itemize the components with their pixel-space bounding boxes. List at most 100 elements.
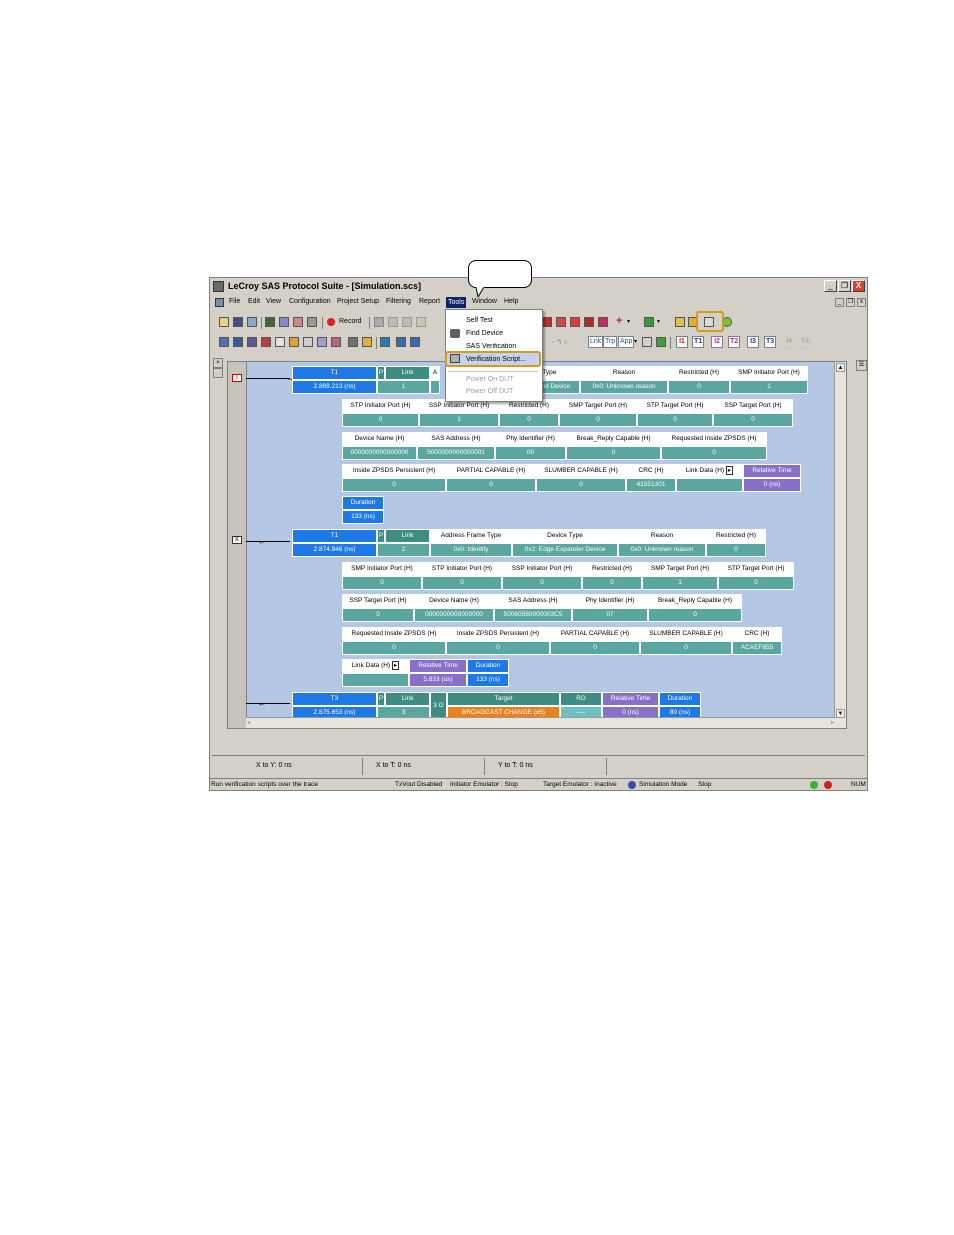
histogram-icon[interactable] (289, 337, 299, 347)
marker-t3-button[interactable]: T3 (764, 336, 777, 348)
chevron-down-icon[interactable]: ▾ (634, 338, 637, 345)
trace-view[interactable]: T X → ← ← T1 2.869.213 (ns) P Link 1 A e… (227, 361, 847, 729)
chevron-down-icon[interactable]: ▾ (657, 318, 660, 325)
vertical-scrollbar[interactable]: ▲ ▼ (834, 362, 846, 728)
marker-t2-button[interactable]: T2 (728, 336, 741, 348)
menu-tools[interactable]: Tools (446, 297, 467, 308)
menu-configuration[interactable]: Configuration (289, 298, 331, 305)
binoculars-icon[interactable] (348, 337, 358, 347)
side-pane-icon[interactable]: ☰ (856, 360, 867, 371)
packet1-reason-header: Reason (580, 366, 668, 380)
menu-project-setup[interactable]: Project Setup (337, 298, 379, 305)
p2r5-c0-h: Link Data (H) ▸ (342, 659, 409, 673)
stack-icon[interactable] (362, 337, 372, 347)
minimize-button[interactable]: _ (824, 280, 837, 292)
layer-link-button[interactable]: Lnk (588, 336, 604, 348)
p2r4-c2-v: 0 (550, 641, 640, 655)
lines-icon[interactable] (303, 337, 313, 347)
menu-report[interactable]: Report (419, 298, 440, 305)
p1r3-c2-h: Phy Identifier (H) (495, 432, 566, 446)
packet1-smp-initiator-value: 1 (730, 380, 808, 394)
simulation-mode-icon (628, 781, 636, 789)
upload-icon[interactable] (416, 317, 426, 327)
mdi-minimize-button[interactable]: _ (835, 298, 844, 307)
nav-icon[interactable]: ◦ ↰ ▹ (552, 338, 568, 346)
pattern-icon[interactable] (542, 317, 552, 327)
scroll-down-icon[interactable]: ▼ (836, 709, 845, 718)
status-error-icon (824, 781, 832, 789)
marker-t1-button[interactable]: T1 (692, 336, 705, 348)
packet-view-icon[interactable] (219, 337, 229, 347)
save-icon[interactable] (233, 317, 243, 327)
record-button-label[interactable]: Record (339, 318, 362, 325)
p2r2-c3-h: Restricted (H) (582, 562, 642, 576)
menu-item-sas-verification[interactable]: SAS Verification (466, 343, 516, 349)
pane-pin-icon[interactable] (213, 368, 223, 378)
expand-icon[interactable]: ▸ (391, 661, 400, 670)
analyze-icon[interactable] (265, 317, 275, 327)
layer-transport-button[interactable]: Trp (603, 336, 618, 348)
manual-trigger-icon[interactable] (374, 317, 384, 327)
clock-icon[interactable] (642, 337, 652, 347)
stop-icon[interactable] (388, 317, 398, 327)
exclude-icon[interactable] (598, 317, 608, 327)
setup-icon[interactable] (279, 317, 289, 327)
scroll-right-icon[interactable]: ▸ (831, 719, 834, 726)
p2r2-c0-v: 0 (342, 576, 422, 590)
tile-icon[interactable] (380, 337, 390, 347)
network-icon[interactable] (331, 337, 341, 347)
p2r3-c4-h: Break_Reply Capable (H) (648, 594, 742, 608)
spreadsheet-icon[interactable] (233, 337, 243, 347)
menu-filtering[interactable]: Filtering (386, 298, 411, 305)
packet1-dir-cell: P (377, 366, 385, 380)
horizontal-scrollbar[interactable]: ◂ ▸ (246, 717, 836, 728)
bookmark-icon[interactable] (675, 317, 685, 327)
scroll-up-icon[interactable]: ▲ (836, 363, 845, 372)
marker-i1-button[interactable]: I1 (676, 336, 688, 348)
callout-balloon (468, 260, 532, 288)
menu-item-self-test[interactable]: Self Test (466, 317, 493, 324)
marker-t4-button[interactable]: T4 (799, 336, 812, 348)
menu-help[interactable]: Help (504, 298, 518, 305)
menu-view[interactable]: View (266, 298, 281, 305)
filter-icon[interactable] (570, 317, 580, 327)
p1r4-c1-v: 0 (446, 478, 536, 492)
mdi-close-button[interactable]: x (857, 298, 866, 307)
hide-icon[interactable] (584, 317, 594, 327)
add-icon[interactable]: + (616, 315, 622, 327)
grid-icon[interactable] (247, 337, 257, 347)
layer-application-button[interactable]: App (618, 336, 635, 348)
marker-i2-button[interactable]: I2 (711, 336, 723, 348)
print-icon[interactable] (247, 317, 257, 327)
callout-tail (476, 287, 485, 297)
bar-chart-icon[interactable] (317, 337, 327, 347)
chevron-down-icon[interactable]: ▾ (627, 318, 630, 325)
menu-file[interactable]: File (229, 298, 240, 305)
pause-icon[interactable] (402, 317, 412, 327)
scroll-left-icon[interactable]: ◂ (247, 719, 250, 726)
menu-item-find-device[interactable]: Find Device (466, 330, 503, 337)
waveform-icon[interactable] (275, 337, 285, 347)
menu-window[interactable]: Window (472, 298, 497, 305)
project-icon[interactable] (307, 317, 317, 327)
maximize-button[interactable]: ❐ (838, 280, 851, 292)
config-icon[interactable] (293, 317, 303, 327)
status-target: Target Emulator : Inactive (543, 781, 617, 788)
close-button[interactable]: X (852, 280, 865, 292)
search-icon[interactable] (556, 317, 566, 327)
record-icon[interactable] (327, 318, 335, 326)
mdi-restore-button[interactable]: ❐ (846, 298, 855, 307)
packet3-rd-header: RD (560, 692, 602, 706)
zoom-in-icon[interactable] (396, 337, 406, 347)
marker-i4-button[interactable]: I4 (783, 336, 795, 348)
open-icon[interactable] (219, 317, 229, 327)
pane-close-icon[interactable]: × (213, 358, 223, 368)
filter-toggle-icon[interactable] (656, 337, 666, 347)
menu-edit[interactable]: Edit (248, 298, 260, 305)
expand-icon[interactable]: ▸ (725, 466, 734, 475)
column-icon[interactable] (261, 337, 271, 347)
zoom-icon[interactable] (644, 317, 654, 327)
marker-i3-button[interactable]: I3 (747, 336, 759, 348)
packet1-time-header: T1 (292, 366, 377, 380)
zoom-out-icon[interactable] (410, 337, 420, 347)
